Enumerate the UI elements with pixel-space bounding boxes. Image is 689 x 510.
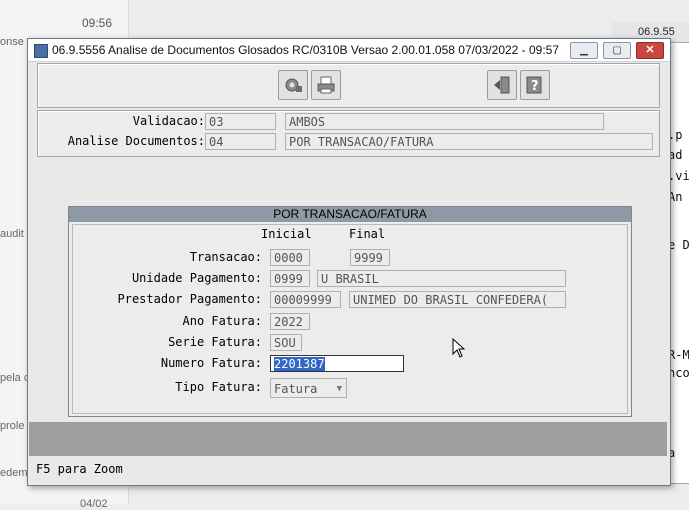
ano-fatura-field[interactable]: 2022: [270, 313, 310, 330]
close-button[interactable]: ✕: [636, 42, 664, 59]
numero-fatura-field[interactable]: 2201387: [270, 355, 404, 372]
col-final-label: Final: [349, 227, 386, 241]
tipo-fatura-label: Tipo Fatura:: [175, 380, 262, 394]
serie-fatura-label: Serie Fatura:: [168, 335, 262, 349]
analise-documentos-label: Analise Documentos:: [67, 134, 205, 148]
exit-button[interactable]: [487, 70, 517, 100]
help-button[interactable]: ?: [520, 70, 550, 100]
maximize-button[interactable]: ▢: [603, 42, 631, 59]
background-snippet: edem: [0, 467, 28, 479]
settings-button[interactable]: [278, 70, 308, 100]
app-icon: [34, 44, 48, 58]
group-title: POR TRANSACAO/FATURA: [69, 207, 631, 222]
background-time: 09:56: [82, 16, 113, 30]
unidade-pagamento-name: U BRASIL: [317, 270, 566, 287]
transacao-fatura-group: POR TRANSACAO/FATURA Inicial Final Trans…: [68, 206, 632, 417]
numero-fatura-selected-text: 2201387: [274, 357, 325, 371]
background-snippet: onse: [0, 36, 24, 48]
print-icon: [317, 76, 335, 94]
numero-fatura-label: Numero Fatura:: [160, 356, 262, 370]
chevron-down-icon: ▼: [336, 384, 342, 394]
transacao-final-field[interactable]: 9999: [350, 249, 390, 266]
unidade-pagamento-label: Unidade Pagamento:: [131, 271, 262, 285]
button-bar: [29, 422, 667, 456]
transacao-label: Transacao:: [189, 250, 262, 264]
toolbar: ?: [37, 63, 660, 108]
background-snippet: audit: [0, 228, 24, 240]
print-button[interactable]: [311, 70, 341, 100]
validacao-desc-field: AMBOS: [285, 113, 604, 130]
header-panel: Validacao: 03 AMBOS Analise Documentos: …: [37, 110, 660, 157]
background-snippet: 04/02: [80, 498, 108, 510]
prestador-pagamento-field[interactable]: 00009999: [270, 291, 341, 308]
background-text: .vi: [668, 169, 689, 183]
col-inicial-label: Inicial: [261, 227, 312, 241]
svg-text:?: ?: [531, 79, 539, 94]
settings-icon: [285, 78, 302, 92]
mouse-cursor-icon: [452, 338, 466, 358]
background-text: nco: [668, 366, 689, 380]
validacao-label: Validacao:: [132, 114, 205, 128]
background-text: e D: [668, 238, 689, 252]
tipo-fatura-select[interactable]: Fatura ▼: [270, 378, 347, 398]
analise-window: 06.9.5556 Analise de Documentos Glosados…: [27, 38, 671, 486]
analise-desc-field: POR TRANSACAO/FATURA: [285, 133, 653, 150]
background-text: R-M: [668, 348, 689, 362]
status-bar-text: F5 para Zoom: [36, 462, 123, 476]
unidade-pagamento-field[interactable]: 0999: [270, 270, 310, 287]
ano-fatura-label: Ano Fatura:: [182, 314, 262, 328]
exit-icon: [494, 76, 510, 94]
analise-code-field[interactable]: 04: [205, 133, 276, 150]
prestador-pagamento-label: Prestador Pagamento:: [117, 292, 263, 306]
window-title: 06.9.5556 Analise de Documentos Glosados…: [52, 43, 560, 57]
prestador-pagamento-name: UNIMED DO BRASIL CONFEDERA(: [349, 291, 566, 308]
background-snippet: prole: [0, 420, 25, 432]
tipo-fatura-value: Fatura: [274, 382, 318, 396]
serie-fatura-field[interactable]: SOU: [270, 334, 302, 351]
background-snippet: pela c: [0, 372, 30, 384]
title-bar[interactable]: 06.9.5556 Analise de Documentos Glosados…: [28, 39, 670, 62]
transacao-inicial-field[interactable]: 0000: [270, 249, 310, 266]
help-icon: ?: [526, 76, 542, 94]
validacao-code-field[interactable]: 03: [205, 113, 276, 130]
minimize-button[interactable]: ▁: [570, 42, 598, 59]
